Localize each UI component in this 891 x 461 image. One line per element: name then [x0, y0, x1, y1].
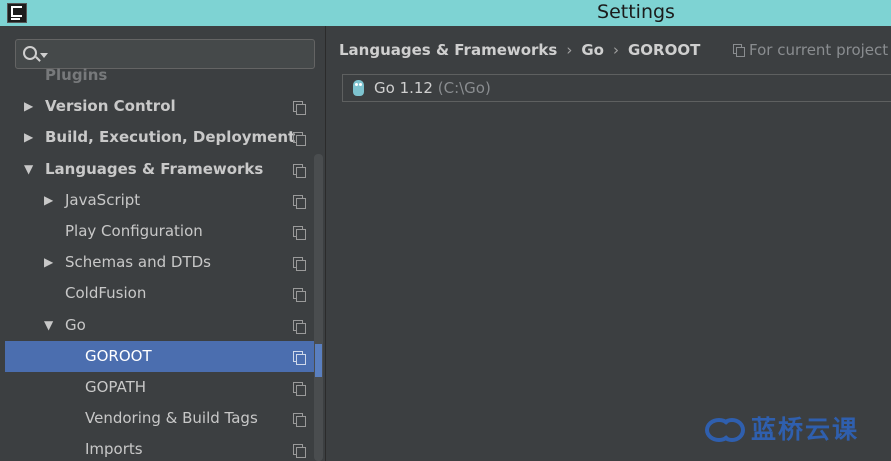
sidebar-item-languages-frameworks[interactable]: ▼ Languages & Frameworks [0, 154, 312, 185]
sidebar-item-label: Vendoring & Build Tags [85, 409, 258, 428]
project-scope-icon [293, 132, 306, 147]
window-title: Settings [597, 1, 675, 23]
sidebar-item-label: Schemas and DTDs [65, 253, 211, 272]
sdk-name: Go 1.12 [374, 79, 433, 97]
sidebar-item-version-control[interactable]: ▶ Version Control [0, 91, 312, 122]
chevron-right-icon[interactable]: ▶ [24, 99, 33, 113]
sidebar-item-plugins[interactable]: Plugins [0, 60, 312, 91]
sidebar-item-label: Go [65, 315, 86, 334]
chevron-down-icon[interactable]: ▼ [24, 162, 33, 176]
project-scope-icon [293, 163, 306, 178]
sidebar-item-coldfusion[interactable]: ColdFusion [0, 278, 312, 309]
sidebar-item-label: GOROOT [85, 346, 152, 365]
project-scope-icon [293, 413, 306, 428]
sidebar-item-label: JavaScript [65, 190, 141, 209]
sidebar-item-go[interactable]: ▼ Go [0, 310, 312, 341]
breadcrumb-item: GOROOT [627, 41, 701, 59]
project-scope-icon [293, 226, 306, 240]
project-scope-icon [293, 257, 306, 272]
project-scope-icon [293, 382, 306, 396]
sidebar-item-gopath[interactable]: GOPATH [0, 372, 312, 403]
sidebar-item-build-execution-deployment[interactable]: ▶ Build, Execution, Deployment [0, 122, 312, 153]
scrollbar-thumb[interactable] [315, 344, 322, 377]
project-scope-icon [293, 444, 306, 459]
settings-sidebar: Plugins ▶ Version Control ▶ Build, Execution… [0, 26, 326, 461]
sidebar-item-label: Build, Execution, Deployment [45, 128, 296, 147]
chevron-right-icon[interactable]: ▶ [44, 193, 53, 207]
settings-content: Languages & Frameworks › Go › GOROOT For cur… [327, 26, 891, 461]
sidebar-item-imports[interactable]: Imports [0, 434, 312, 461]
sidebar-item-label: Play Configuration [65, 222, 203, 240]
project-scope-icon [293, 288, 306, 303]
sidebar-item-label: Plugins [45, 66, 108, 84]
goroot-sdk-select[interactable]: Go 1.12 (C:\Go) [342, 74, 891, 102]
sidebar-item-javascript[interactable]: ▶ JavaScript [0, 185, 312, 216]
sidebar-item-label: Version Control [45, 97, 176, 116]
watermark: 蓝桥云课 [705, 414, 885, 448]
lanqiao-logo-icon [705, 416, 745, 444]
watermark-text: 蓝桥云课 [751, 415, 860, 444]
scope-text: For current project [749, 41, 889, 59]
project-scope-icon [733, 44, 745, 57]
sidebar-item-goroot[interactable]: GOROOT [5, 340, 314, 372]
sdk-path: (C:\Go) [437, 79, 491, 97]
chevron-right-icon[interactable]: ▶ [24, 130, 33, 144]
go-gopher-icon [353, 80, 364, 96]
search-icon[interactable] [23, 46, 37, 60]
sidebar-item-vendoring-build-tags[interactable]: Vendoring & Build Tags [0, 403, 312, 434]
project-scope-icon [293, 194, 306, 209]
chevron-down-icon[interactable]: ▼ [44, 318, 53, 332]
sidebar-item-schemas-and-dtds[interactable]: ▶ Schemas and DTDs [0, 247, 312, 278]
chevron-right-icon[interactable]: ▶ [44, 255, 53, 269]
breadcrumb: Languages & Frameworks › Go › GOROOT [339, 41, 700, 59]
chevron-right-icon: › [566, 41, 573, 59]
chevron-down-icon[interactable] [40, 53, 48, 58]
sidebar-item-label: Imports [85, 440, 143, 459]
sidebar-scrollbar[interactable] [314, 154, 323, 461]
project-scope-label: For current project [733, 41, 888, 59]
breadcrumb-item[interactable]: Languages & Frameworks [339, 41, 557, 59]
title-bar: Settings [0, 0, 891, 26]
sidebar-item-label: GOPATH [85, 378, 147, 396]
sidebar-item-play-configuration[interactable]: Play Configuration [0, 216, 312, 247]
breadcrumb-item[interactable]: Go [581, 41, 604, 59]
chevron-right-icon: › [612, 41, 619, 59]
project-scope-icon [293, 350, 306, 365]
project-scope-icon [293, 101, 306, 116]
sidebar-item-label: Languages & Frameworks [45, 159, 264, 178]
project-scope-icon [293, 319, 306, 334]
sdk-label: Go 1.12 (C:\Go) [374, 75, 491, 101]
sidebar-item-label: ColdFusion [65, 284, 147, 303]
